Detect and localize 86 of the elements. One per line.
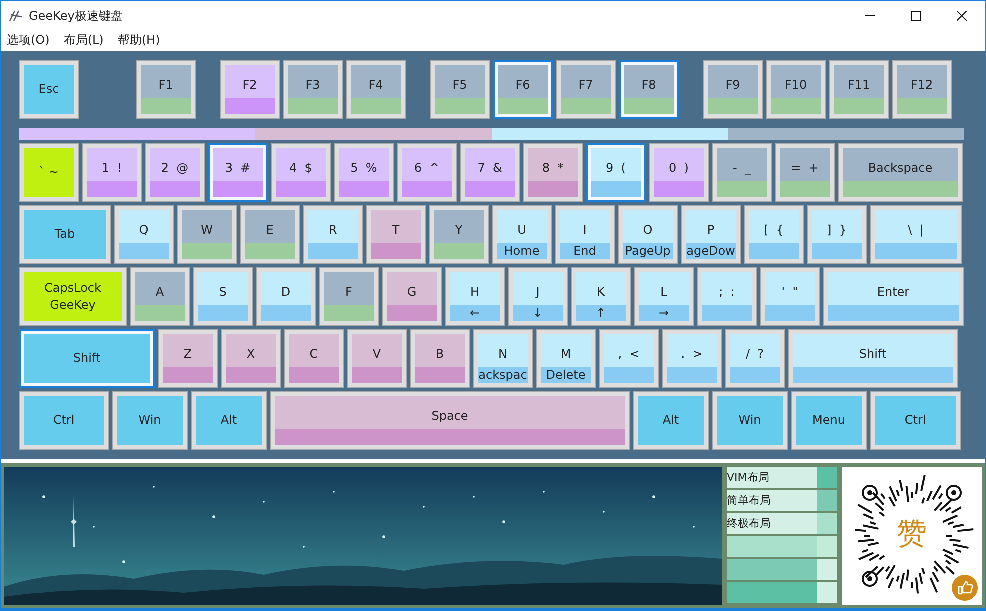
keyboard-key[interactable]: D: [256, 267, 316, 326]
keyboard-key[interactable]: J ↓: [508, 267, 568, 326]
app-icon: [9, 10, 23, 22]
thumbs-up-icon: [952, 575, 978, 601]
keyboard-key[interactable]: F8: [619, 60, 679, 119]
keyboard-key[interactable]: Ctrl: [19, 391, 109, 450]
menu-item[interactable]: 选项(O): [7, 32, 50, 48]
keyboard-key[interactable]: = +: [775, 143, 835, 202]
keyboard-key[interactable]: Alt: [191, 391, 267, 450]
keyboard-key[interactable]: [ {: [744, 205, 804, 264]
keyboard-key[interactable]: F4: [346, 60, 406, 119]
keyboard-key[interactable]: F11: [829, 60, 889, 119]
keyboard-key[interactable]: Win: [112, 391, 188, 450]
keyboard-key[interactable]: F7: [556, 60, 616, 119]
keyboard-key[interactable]: Enter: [823, 267, 964, 326]
keyboard-key[interactable]: 7 &: [460, 143, 520, 202]
keyboard-key[interactable]: F5: [430, 60, 490, 119]
keyboard-key[interactable]: R: [303, 205, 363, 264]
keyboard-key[interactable]: N ackspac: [473, 329, 533, 388]
keyboard-key[interactable]: U Home: [492, 205, 552, 264]
keyboard-key[interactable]: Z: [158, 329, 218, 388]
window-title: GeeKey极速键盘: [29, 8, 124, 24]
keyboard-key[interactable]: Menu: [791, 391, 867, 450]
keyboard-key[interactable]: ; :: [697, 267, 757, 326]
keyboard-key[interactable]: 9 (: [586, 143, 646, 202]
keyboard-key[interactable]: 1 !: [82, 143, 142, 202]
praise-label: 赞: [897, 515, 927, 554]
keyboard-key[interactable]: Q: [114, 205, 174, 264]
keyboard-key[interactable]: F9: [703, 60, 763, 119]
keyboard-key[interactable]: C: [284, 329, 344, 388]
layout-item[interactable]: VIM布局: [727, 467, 837, 488]
menu-item[interactable]: 布局(L): [64, 32, 104, 48]
keyboard-key[interactable]: 0 ): [649, 143, 709, 202]
keyboard-key[interactable]: Y: [429, 205, 489, 264]
maximize-icon[interactable]: [911, 11, 921, 21]
keyboard-key[interactable]: H ←: [445, 267, 505, 326]
keyboard-key[interactable]: Tab: [19, 205, 111, 264]
keyboard-key[interactable]: 2 @: [145, 143, 205, 202]
keyboard-key[interactable]: T: [366, 205, 426, 264]
layout-item[interactable]: 简单布局: [727, 490, 837, 511]
keyboard-key[interactable]: 3 #: [208, 143, 268, 202]
keyboard-key[interactable]: F10: [766, 60, 826, 119]
keyboard-key[interactable]: Ctrl: [870, 391, 961, 450]
keyboard-key[interactable]: ` ~: [19, 143, 79, 202]
keyboard-key[interactable]: 8 *: [523, 143, 583, 202]
keyboard-key[interactable]: K ↑: [571, 267, 631, 326]
keyboard-key[interactable]: G: [382, 267, 442, 326]
keyboard-key[interactable]: O PageUp: [618, 205, 678, 264]
keyboard-key[interactable]: ' ": [760, 267, 820, 326]
keyboard-key[interactable]: - _: [712, 143, 772, 202]
layout-item[interactable]: 终极布局: [727, 513, 837, 534]
keyboard-key[interactable]: P ageDow: [681, 205, 741, 264]
keyboard-key[interactable]: Space: [270, 391, 630, 450]
keyboard-key[interactable]: F3: [283, 60, 343, 119]
keyboard-key[interactable]: Alt: [633, 391, 709, 450]
keyboard-key[interactable]: I End: [555, 205, 615, 264]
keyboard-key[interactable]: E: [240, 205, 300, 264]
keyboard-key[interactable]: 5 %: [334, 143, 394, 202]
keyboard-key[interactable]: ] }: [807, 205, 867, 264]
keyboard-key[interactable]: V: [347, 329, 407, 388]
keyboard-key[interactable]: X: [221, 329, 281, 388]
keyboard-key[interactable]: L →: [634, 267, 694, 326]
keyboard-key[interactable]: , <: [599, 329, 659, 388]
keyboard-key[interactable]: F1: [136, 60, 196, 119]
keyboard-key[interactable]: / ?: [725, 329, 785, 388]
close-icon[interactable]: [957, 11, 967, 21]
keyboard-key[interactable]: Win: [712, 391, 788, 450]
keyboard-key[interactable]: 4 $: [271, 143, 331, 202]
keyboard-key[interactable]: F: [319, 267, 379, 326]
keyboard-key[interactable]: Shift: [788, 329, 958, 388]
keyboard-key[interactable]: W: [177, 205, 237, 264]
keyboard-key[interactable]: S: [193, 267, 253, 326]
keyboard-key[interactable]: A: [130, 267, 190, 326]
keyboard-key[interactable]: Esc: [19, 60, 79, 119]
keyboard-key[interactable]: F2: [220, 60, 280, 119]
keyboard-key[interactable]: CapsLock GeeKey: [19, 267, 127, 326]
keyboard-key[interactable]: M Delete: [536, 329, 596, 388]
keyboard-key[interactable]: 6 ^: [397, 143, 457, 202]
keyboard-key[interactable]: Shift: [19, 329, 155, 388]
keyboard-key[interactable]: B: [410, 329, 470, 388]
keyboard-key[interactable]: F6: [493, 60, 553, 119]
keyboard-key[interactable]: . >: [662, 329, 722, 388]
keyboard-key[interactable]: F12: [892, 60, 952, 119]
keyboard-key[interactable]: Backspace: [838, 143, 963, 202]
menu-item[interactable]: 帮助(H): [118, 32, 160, 48]
keyboard-key[interactable]: \ |: [870, 205, 962, 264]
